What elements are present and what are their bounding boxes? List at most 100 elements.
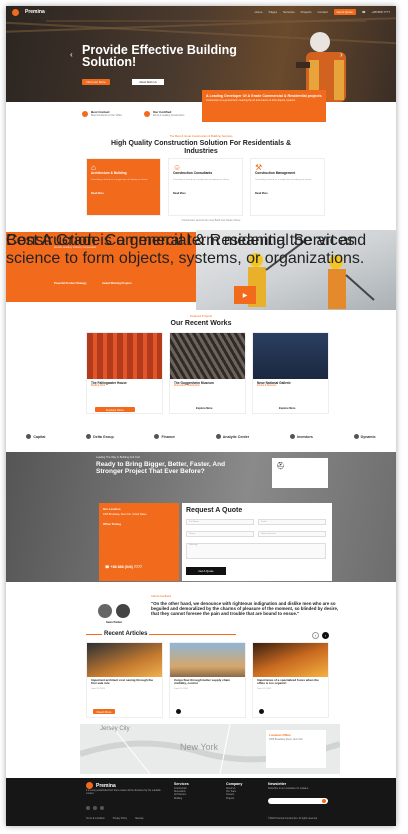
article-date: June 24, 2024 [257, 687, 271, 690]
explore-more-link[interactable]: Explore More [279, 407, 309, 410]
send-icon[interactable] [322, 799, 326, 803]
footer-link[interactable]: Projects [226, 798, 236, 801]
service-card[interactable]: ⌂ Architecture & Building Consulting is … [86, 158, 161, 216]
work-category: Building Work [91, 385, 106, 387]
article-image [253, 643, 328, 677]
read-more-link[interactable]: Read More [173, 192, 238, 195]
map-box-text: 1055 Broadway Street, New York [269, 739, 303, 741]
service-card[interactable]: ☺ Construction Consultants Consulting is… [168, 158, 243, 216]
partner-logos: Capital Delta Group Finance Analytic Cen… [6, 434, 396, 439]
footer-link[interactable]: Terms & Condition [86, 818, 105, 821]
quote-form: Request A Quote Full Name Email Phone Se… [182, 503, 332, 581]
work-image [87, 333, 162, 379]
nav-link[interactable]: Contact [317, 10, 327, 14]
partner-logo: Analytic Center [215, 434, 249, 439]
testimonial-quote: "On the other hand, we denounce with rig… [151, 601, 339, 616]
prev-arrow-icon[interactable]: ‹ [312, 632, 319, 639]
phone-field[interactable]: Phone [186, 531, 254, 537]
logo-icon [86, 782, 93, 789]
article-card[interactable]: Importance of a specialized focus when t… [252, 642, 329, 718]
works-kicker: Featured Projects [189, 314, 213, 318]
work-card[interactable]: The Fallingwater House Building Work Exp… [86, 332, 163, 414]
nav-link[interactable]: Services [283, 10, 295, 14]
name-field[interactable]: Full Name [186, 519, 254, 525]
newsletter-text: Subscribe to our newsletter for updates. [268, 788, 309, 790]
page: Premina Home Pages Services Projects Con… [6, 6, 396, 826]
read-more-link[interactable]: Read More [91, 192, 156, 195]
explore-more-link[interactable]: Explore More [196, 407, 226, 410]
explore-more-button[interactable]: Explore More [95, 407, 135, 412]
hero-box-text: Construction is a general term meaning t… [206, 99, 296, 102]
article-date: June 24, 2024 [174, 687, 188, 690]
discover-button[interactable]: Discover More [82, 79, 110, 85]
email-field[interactable]: Email [258, 519, 326, 525]
footer-link[interactable]: Sitemap [135, 818, 143, 821]
service-select[interactable]: Select Services [258, 531, 326, 537]
play-video-icon[interactable]: ▶ [234, 286, 256, 304]
service-card-title: Construction Management [255, 171, 296, 175]
nav-link[interactable]: Home [255, 10, 263, 14]
read-more-button[interactable]: Read More [93, 709, 115, 714]
work-card[interactable]: Neue National Gallerie Interior & Struct… [252, 332, 329, 414]
footer-about: It is a long established fact that a rea… [86, 790, 161, 796]
twitter-icon[interactable] [93, 806, 97, 810]
read-more-link[interactable]: Read More [255, 192, 320, 195]
submit-quote-button[interactable]: Get A Quote [186, 567, 226, 575]
hero-info-box: A Leading Developer Of A Grade Commercia… [202, 90, 326, 122]
map-city-label: New York [180, 742, 219, 752]
footer-link[interactable]: Privacy Policy [113, 818, 127, 821]
testimonial-kicker: Clients Feedback [151, 595, 172, 598]
office-address: 1055 Broadway, New York, United States [103, 513, 147, 516]
next-arrow-icon[interactable]: › [322, 632, 329, 639]
feature-item: Our Certified We're A Leading Constructio… [144, 110, 184, 117]
partner-logo: Dynamic [353, 434, 376, 439]
message-field[interactable]: Message [186, 543, 326, 559]
band-feature-2: Award Winning Projects [102, 282, 132, 285]
article-card[interactable]: Cargo flow through better supply chain v… [169, 642, 246, 718]
work-category: Interior & Structure [257, 385, 277, 387]
feature-text: Best Contractor At Our Office [91, 114, 122, 117]
band-text: Construction is a general term meaning t… [6, 232, 367, 267]
service-card[interactable]: ⚒ Construction Management Consulting is … [250, 158, 325, 216]
location-map[interactable]: Jersey City New York Location Office 105… [79, 723, 341, 775]
facebook-icon[interactable] [86, 806, 90, 810]
about-button[interactable]: About Work Us [132, 79, 164, 85]
badge-icon [144, 110, 150, 117]
work-card[interactable]: The Guggenheim Museum Renovation, Constr… [169, 332, 246, 414]
contact-phone: ☎ +88 888 (546) 7777 [105, 565, 142, 569]
office-label: Our Location [103, 507, 121, 511]
get-quote-button[interactable]: Get A Quote [333, 9, 356, 15]
footer-link[interactable]: Building [174, 798, 187, 801]
footer-col-title: Services [174, 782, 189, 786]
services-footnote: Construction services for more Build You… [181, 219, 241, 222]
newsletter-input[interactable] [268, 798, 328, 804]
article-card[interactable]: Important architect cost saving through … [86, 642, 163, 718]
linkedin-icon[interactable] [100, 806, 104, 810]
article-image [87, 643, 162, 677]
logo-text[interactable]: Premina [25, 9, 45, 15]
article-date: June 24, 2024 [91, 687, 105, 690]
partner-logo: Finance [154, 434, 175, 439]
articles-title: Recent Articles [102, 631, 150, 637]
service-card-text: Consulting is based on a simple idea of … [173, 178, 230, 181]
prev-arrow-icon[interactable]: ‹ [70, 50, 73, 59]
work-image [170, 333, 245, 379]
arrow-icon[interactable] [176, 709, 181, 714]
cta-title: Ready to Bring Bigger, Better, Faster, A… [96, 461, 226, 475]
footer-logo[interactable]: Premina [86, 782, 116, 789]
partner-logo: Delta Group [86, 434, 114, 439]
contact-info-panel: Our Location 1055 Broadway, New York, Un… [99, 503, 179, 581]
article-image [170, 643, 245, 677]
partner-logo: Capital [26, 434, 45, 439]
next-arrow-icon[interactable]: › [340, 50, 343, 59]
avatar [98, 604, 112, 618]
phone-icon: ☎ [361, 10, 366, 14]
nav-link[interactable]: Projects [301, 10, 312, 14]
nav-link[interactable]: Pages [269, 10, 278, 14]
footer-col-title: Company [226, 782, 243, 786]
logo-icon [12, 8, 19, 16]
arrow-icon[interactable] [259, 709, 264, 714]
article-title: Cargo flow through better supply chain v… [174, 678, 231, 686]
feature-item: Best Contact Best Contractor At Our Offic… [82, 110, 122, 117]
service-card-title: Architecture & Building [91, 171, 127, 175]
